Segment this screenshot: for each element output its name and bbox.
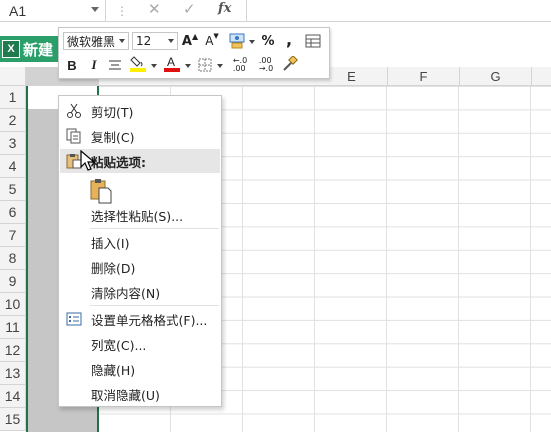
caret-up-icon: ▲	[191, 31, 199, 41]
new-sheet-tab[interactable]: X 新建	[0, 36, 60, 62]
fill-color-button[interactable]	[129, 54, 147, 72]
chevron-down-icon[interactable]	[151, 64, 157, 68]
menu-item-label: 复制(C)	[91, 129, 135, 145]
decrease-decimal-button[interactable]: .00 →.0	[255, 56, 277, 74]
row-header-8[interactable]: 8	[0, 247, 26, 270]
font-name-select[interactable]: 微软雅黑	[63, 32, 129, 50]
paintbrush-icon	[283, 56, 298, 71]
scissors-icon	[66, 103, 82, 119]
menu-item-label: 插入(I)	[91, 235, 130, 251]
menu-item-delete[interactable]: 删除(D)	[60, 255, 220, 279]
menu-item-column-width[interactable]: 列宽(C)...	[60, 332, 220, 356]
menu-divider	[90, 305, 219, 306]
column-header-partial[interactable]	[532, 67, 551, 86]
formula-bar: A1 ⋮ ✕ ✓ fx	[0, 0, 551, 22]
row-header-4[interactable]: 4	[0, 155, 26, 178]
row-header-3[interactable]: 3	[0, 132, 26, 155]
row-header-13[interactable]: 13	[0, 362, 26, 385]
caret-down-icon: ▼	[213, 32, 219, 40]
chevron-down-icon[interactable]	[119, 39, 125, 43]
row-header-15[interactable]: 15	[0, 408, 26, 431]
percent-style-button[interactable]: %	[259, 32, 277, 50]
fill-bucket-icon	[130, 56, 146, 72]
borders-button[interactable]	[197, 56, 213, 74]
row-header-1[interactable]: 1	[0, 86, 26, 109]
copy-icon	[66, 128, 82, 144]
comma-style-button[interactable]: ,	[283, 30, 295, 49]
name-box[interactable]: A1	[0, 0, 106, 21]
font-size-select[interactable]: 12	[132, 32, 178, 50]
menu-item-label: 设置单元格格式(F)...	[91, 312, 208, 328]
row-header-9[interactable]: 9	[0, 270, 26, 293]
row-header-12[interactable]: 12	[0, 339, 26, 362]
font-color-icon: A	[164, 55, 180, 72]
select-all-corner[interactable]	[0, 67, 26, 86]
grow-font-button[interactable]: A ▲	[181, 31, 199, 50]
menu-item-insert[interactable]: 插入(I)	[60, 230, 220, 254]
context-menu: 剪切(T) 复制(C) 粘贴选项: 选择性粘贴(S)... 插入(I) 删除(D…	[58, 95, 222, 407]
row-header-10[interactable]: 10	[0, 293, 26, 316]
chevron-down-icon[interactable]	[217, 64, 223, 68]
row-header-14[interactable]: 14	[0, 385, 26, 408]
font-color-button[interactable]: A	[163, 54, 181, 72]
menu-item-copy[interactable]: 复制(C)	[60, 124, 220, 148]
borders-icon	[198, 58, 212, 72]
menu-item-label: 粘贴选项:	[91, 154, 146, 170]
align-center-icon	[109, 60, 121, 70]
row-header-11[interactable]: 11	[0, 316, 26, 339]
increase-decimal-button[interactable]: ←.0 .00	[229, 56, 251, 74]
font-name-value: 微软雅黑	[67, 34, 116, 49]
menu-item-label: 剪切(T)	[91, 104, 134, 120]
menu-item-cut[interactable]: 剪切(T)	[60, 99, 220, 123]
menu-item-label: 删除(D)	[91, 260, 136, 276]
column-header-f[interactable]: F	[388, 67, 460, 86]
formula-bar-divider	[246, 0, 247, 21]
menu-item-label: 列宽(C)...	[91, 337, 147, 353]
format-painter-button[interactable]	[281, 55, 299, 73]
chevron-down-icon[interactable]	[91, 7, 99, 12]
new-sheet-tab-label: 新建	[23, 40, 54, 59]
menu-item-format-cells[interactable]: 设置单元格格式(F)...	[60, 307, 220, 331]
cancel-icon[interactable]: ✕	[148, 0, 161, 18]
menu-item-hide[interactable]: 隐藏(H)	[60, 357, 220, 381]
chevron-down-icon[interactable]	[249, 40, 255, 44]
menu-divider	[90, 228, 219, 229]
menu-item-label: 清除内容(N)	[91, 285, 161, 301]
grow-font-icon: A	[181, 33, 192, 49]
menu-item-label: 取消隐藏(U)	[91, 387, 160, 403]
row-header-2[interactable]: 2	[0, 109, 26, 132]
column-header-g[interactable]: G	[460, 67, 532, 86]
formula-bar-grip-icon: ⋮	[116, 4, 128, 18]
shrink-font-button[interactable]: A ▼	[205, 32, 219, 50]
excel-icon: X	[2, 40, 20, 58]
table-format-icon	[305, 34, 321, 48]
italic-button[interactable]: I	[87, 56, 101, 74]
row-header-6[interactable]: 6	[0, 201, 26, 224]
row-header-7[interactable]: 7	[0, 224, 26, 247]
format-painter-table-button[interactable]	[303, 32, 323, 50]
menu-item-unhide[interactable]: 取消隐藏(U)	[60, 382, 220, 406]
bold-button[interactable]: B	[65, 56, 79, 74]
menu-item-clear-contents[interactable]: 清除内容(N)	[60, 280, 220, 304]
paste-default-button[interactable]	[60, 176, 220, 206]
mouse-pointer-icon	[80, 150, 96, 171]
menu-item-paste-special[interactable]: 选择性粘贴(S)...	[60, 203, 220, 227]
name-box-value: A1	[9, 2, 27, 19]
svg-text:A: A	[167, 55, 175, 69]
enter-icon[interactable]: ✓	[183, 0, 196, 18]
chevron-down-icon[interactable]	[168, 39, 174, 43]
shrink-font-icon: A	[205, 34, 214, 48]
chevron-down-icon[interactable]	[185, 64, 191, 68]
accounting-format-icon	[229, 33, 245, 49]
row-header-5[interactable]: 5	[0, 178, 26, 201]
align-center-button[interactable]	[107, 56, 123, 74]
menu-item-label: 隐藏(H)	[91, 362, 136, 378]
insert-function-button[interactable]: fx	[218, 1, 231, 16]
format-cells-icon	[66, 311, 82, 327]
mini-toolbar: 微软雅黑 12 A ▲ A ▼ % , B I A ←.0 .00 .00 →.0	[58, 27, 330, 79]
font-size-value: 12	[136, 34, 152, 48]
menu-item-label: 选择性粘贴(S)...	[91, 208, 184, 224]
accounting-format-button[interactable]	[227, 32, 247, 50]
